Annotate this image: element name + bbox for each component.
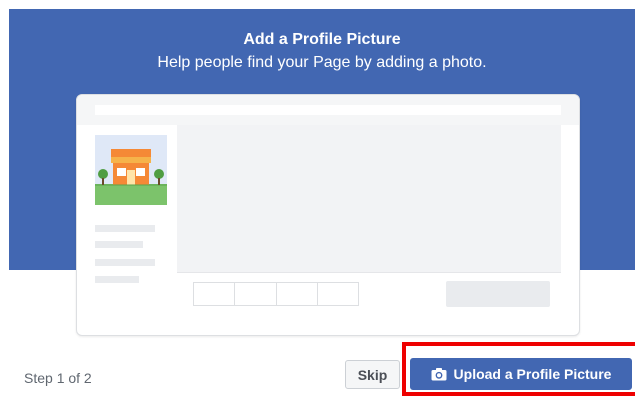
preview-text-line — [95, 241, 143, 248]
preview-text-line — [95, 259, 155, 266]
preview-action-button — [446, 281, 550, 307]
preview-text-line — [95, 276, 139, 283]
camera-icon — [431, 367, 447, 381]
preview-tab — [277, 283, 318, 305]
storefront-illustration — [95, 135, 167, 205]
skip-button[interactable]: Skip — [345, 360, 400, 389]
storefront-icon — [95, 135, 167, 205]
upload-profile-picture-button[interactable]: Upload a Profile Picture — [410, 358, 632, 390]
dialog-subtitle: Help people find your Page by adding a p… — [157, 54, 487, 71]
upload-button-label: Upload a Profile Picture — [453, 366, 612, 382]
step-indicator: Step 1 of 2 — [24, 370, 92, 386]
preview-tab — [318, 283, 358, 305]
highlight-box-bottom-edge — [402, 392, 635, 396]
dialog-title: Add a Profile Picture — [243, 31, 401, 48]
preview-tab — [194, 283, 236, 305]
preview-cover-area — [177, 125, 561, 272]
dialog-left-edge — [0, 0, 9, 396]
page-preview-illustration — [76, 94, 580, 336]
preview-tab — [235, 283, 277, 305]
profile-picture-dialog: Add a Profile Picture Help people find y… — [0, 0, 635, 396]
preview-search-bar — [95, 105, 561, 115]
preview-top-bar — [77, 95, 579, 125]
preview-tab-group — [193, 282, 359, 306]
preview-text-line — [95, 225, 155, 232]
